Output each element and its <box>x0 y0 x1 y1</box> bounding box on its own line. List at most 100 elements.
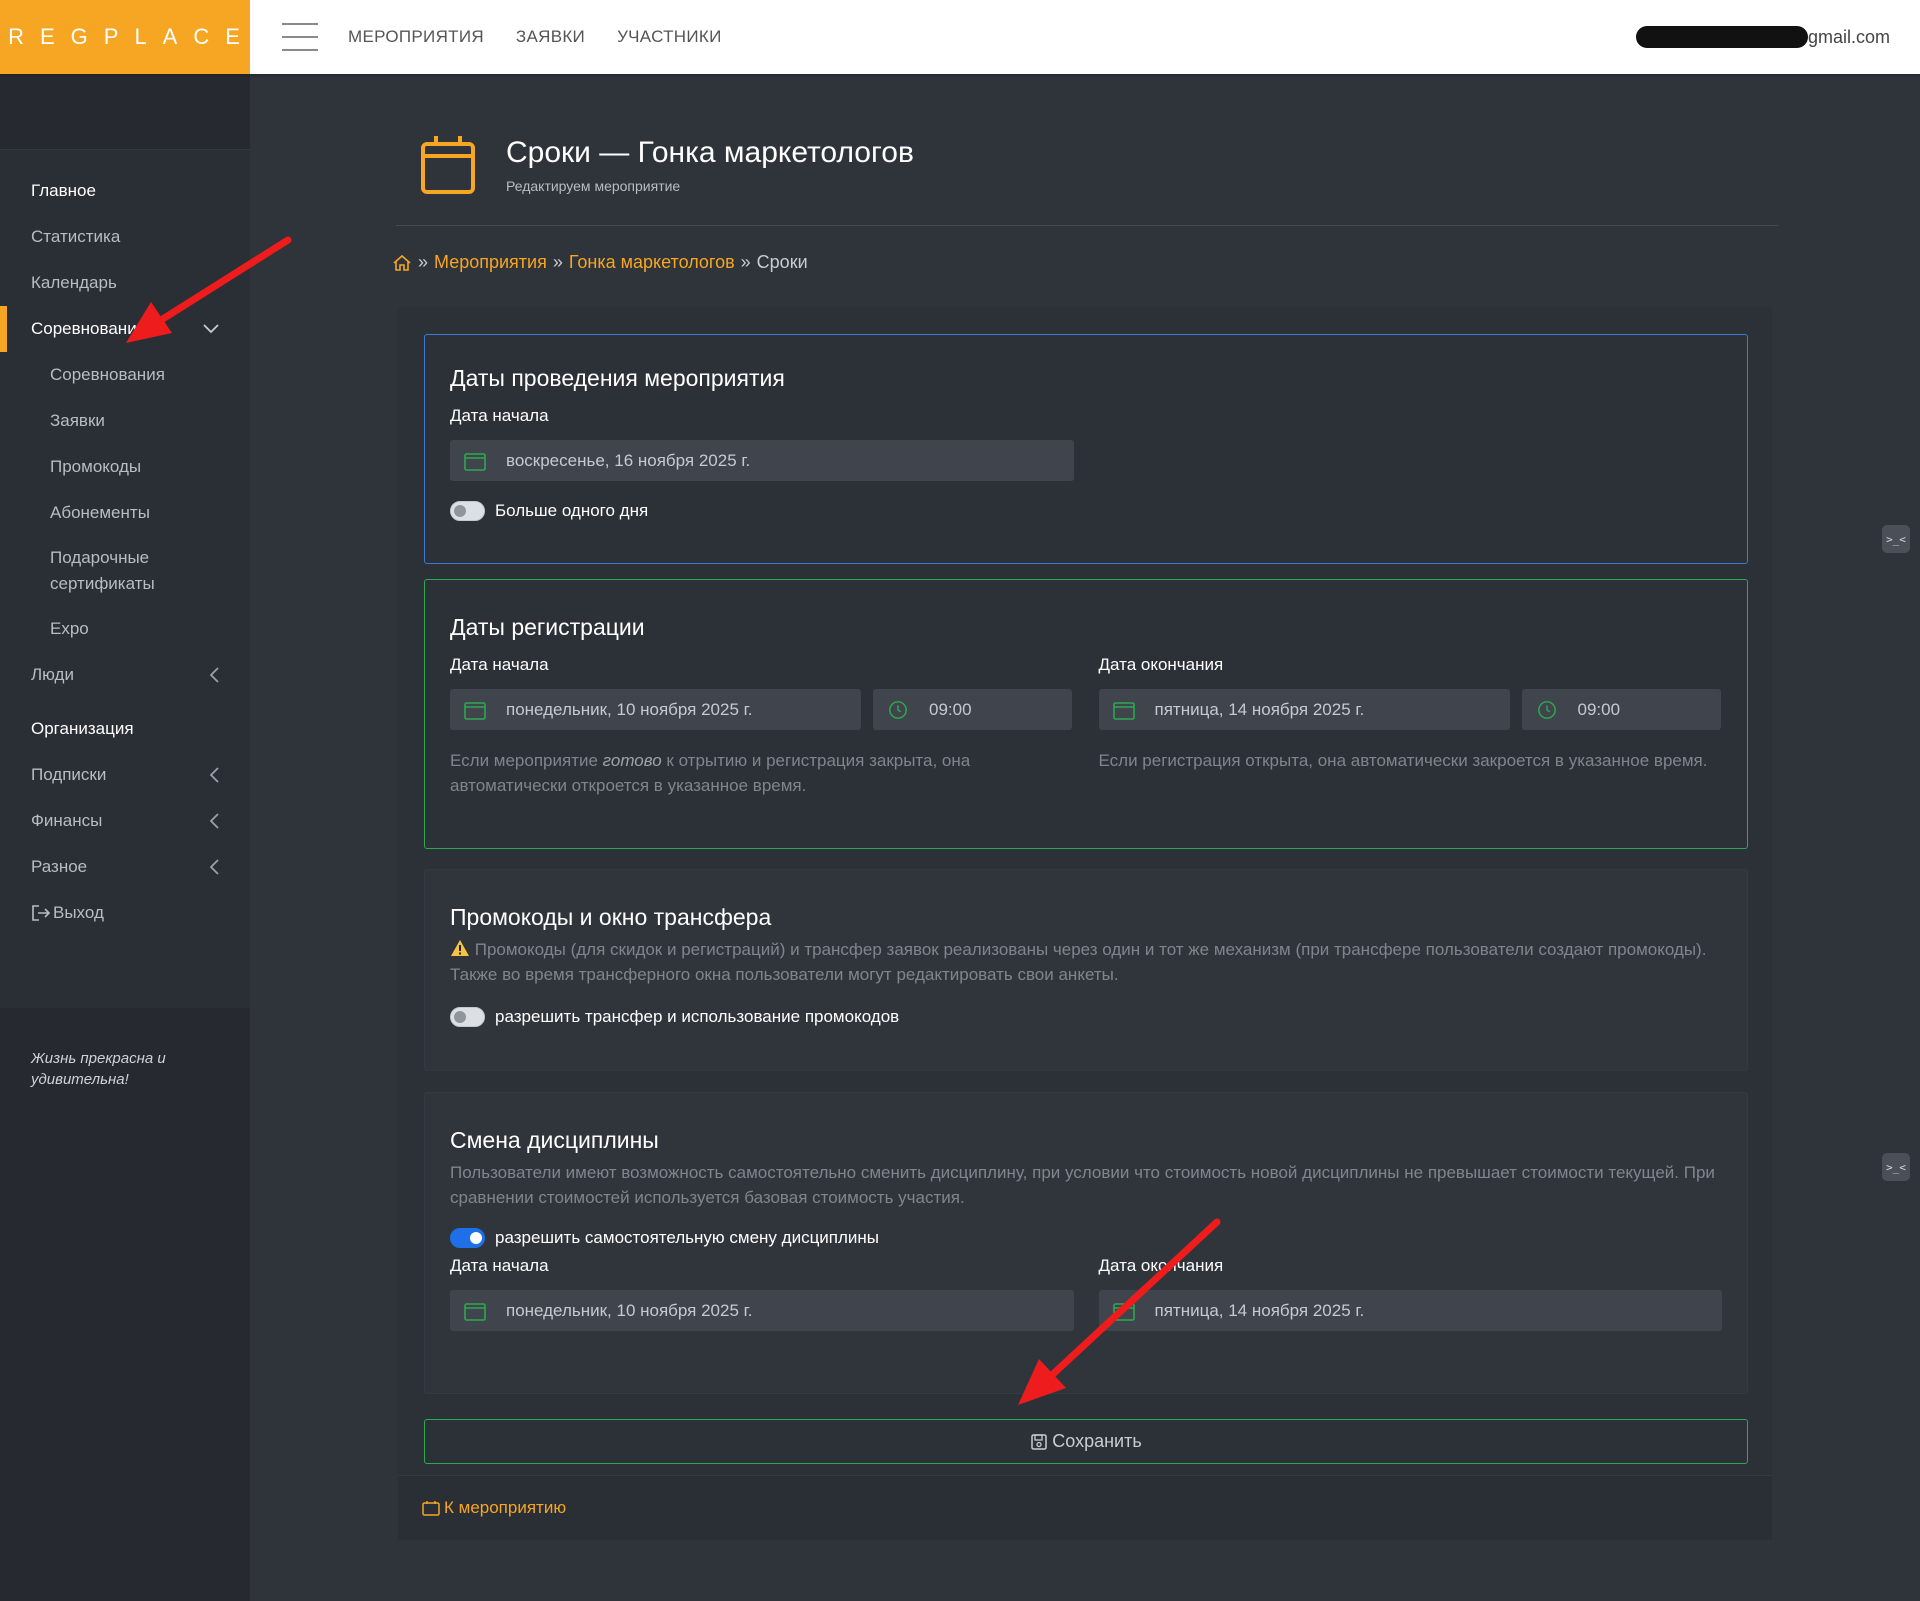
discipline-title: Смена дисциплины <box>450 1127 659 1153</box>
top-nav: МЕРОПРИЯТИЯ ЗАЯВКИ УЧАСТНИКИ <box>348 27 722 47</box>
topnav-events-link[interactable]: МЕРОПРИЯТИЯ <box>348 27 484 47</box>
registration-end-date-value: пятница, 14 ноября 2025 г. <box>1154 699 1365 719</box>
sidebar-item-statistics[interactable]: Статистика <box>0 214 250 260</box>
calendar-icon <box>464 452 486 471</box>
sidebar-section-main: Главное <box>31 181 96 200</box>
multi-day-label: Больше одного дня <box>495 501 649 520</box>
calendar-icon <box>464 1302 486 1321</box>
sidebar-item-finance[interactable]: Финансы <box>0 798 250 844</box>
registration-end-label: Дата окончания <box>1098 655 1224 674</box>
discipline-start-label: Дата начала <box>450 1256 549 1275</box>
page-subtitle: Редактируем мероприятие <box>506 178 681 194</box>
registration-title: Даты регистрации <box>450 614 645 640</box>
sidebar-item-misc[interactable]: Разное <box>0 844 250 890</box>
panel-footer: К мероприятию <box>398 1475 1772 1540</box>
gift-cert-line-2: сертификаты <box>50 574 155 593</box>
chevron-left-icon <box>209 859 219 875</box>
sidebar-item-calendar[interactable]: Календарь <box>0 260 250 306</box>
discipline-change-card: Смена дисциплины Пользователи имеют возм… <box>424 1092 1748 1394</box>
gift-cert-line-1: Подарочные <box>50 548 150 567</box>
hint-emphasis: готово <box>602 751 662 770</box>
breadcrumb-event-link[interactable]: Гонка маркетологов <box>569 252 735 273</box>
promo-toggle-row: разрешить трансфер и использование промо… <box>450 1007 1722 1027</box>
brand-logo[interactable]: REGPLACE <box>0 0 250 74</box>
clock-icon <box>1537 700 1556 719</box>
promo-warning-text: Промокоды (для скидок и регистраций) и т… <box>450 940 1707 984</box>
discipline-start-date-field[interactable]: понедельник, 10 ноября 2025 г. <box>450 1290 1074 1331</box>
redacted-email-mask <box>1635 26 1808 48</box>
sidebar-subitem-competitions[interactable]: Соревнования <box>0 352 250 398</box>
save-button[interactable]: Сохранить <box>424 1419 1748 1464</box>
sidebar-item-logout[interactable]: Выход <box>0 890 250 936</box>
sidebar-item-subscriptions[interactable]: Подписки <box>0 752 250 798</box>
registration-end-hint: Если регистрация открыта, она автоматиче… <box>1098 751 1708 770</box>
user-menu[interactable]: gmail.com <box>1635 26 1890 48</box>
event-start-label: Дата начала <box>450 406 549 425</box>
sidebar-subitem-gift-certificates[interactable]: Подарочные сертификаты <box>0 536 250 606</box>
sidebar-item-label: Статистика <box>31 227 121 246</box>
sidebar-item-people[interactable]: Люди <box>0 652 250 698</box>
event-dates-title: Даты проведения мероприятия <box>450 365 785 391</box>
sidebar-item-label: Соревнования <box>31 319 146 338</box>
registration-dates-card: Даты регистрации Дата начала понедельник… <box>424 579 1748 849</box>
registration-start-date-value: понедельник, 10 ноября 2025 г. <box>506 699 753 719</box>
registration-end-date-field[interactable]: пятница, 14 ноября 2025 г. <box>1098 689 1510 730</box>
registration-start-date-field[interactable]: понедельник, 10 ноября 2025 г. <box>450 689 861 730</box>
registration-start-label: Дата начала <box>450 655 549 674</box>
sidebar-item-competitions[interactable]: Соревнования <box>0 306 250 352</box>
home-icon[interactable] <box>392 254 412 272</box>
calendar-icon <box>422 1501 440 1516</box>
registration-start-inputs: понедельник, 10 ноября 2025 г. 09:00 <box>450 689 1074 730</box>
registration-end-col: Дата окончания пятница, 14 ноября 2025 г… <box>1098 655 1723 798</box>
registration-start-time-field[interactable]: 09:00 <box>873 689 1072 730</box>
page-title: Сроки — Гонка маркетологов <box>506 136 914 169</box>
discipline-toggle-label: разрешить самостоятельную смену дисципли… <box>495 1228 880 1247</box>
user-email-suffix: gmail.com <box>1807 26 1890 47</box>
sidebar: Главное Статистика Календарь Соревновани… <box>0 74 250 1601</box>
promo-transfer-card: Промокоды и окно трансфера Промокоды (дл… <box>424 869 1748 1071</box>
warning-icon <box>451 940 469 956</box>
registration-end-time-field[interactable]: 09:00 <box>1521 689 1721 730</box>
sidebar-item-label: Соревнования <box>50 365 165 384</box>
page-header: Сроки — Гонка маркетологов Редактируем м… <box>420 132 914 196</box>
sidebar-top <box>0 74 250 150</box>
logout-icon <box>32 905 51 921</box>
discipline-start-date-value: понедельник, 10 ноября 2025 г. <box>506 1300 753 1320</box>
discipline-end-label: Дата окончания <box>1098 1256 1224 1275</box>
sidebar-footer-line-1: Жизнь прекрасна и <box>31 1050 166 1067</box>
multi-day-toggle[interactable] <box>450 501 485 521</box>
back-to-event-link[interactable]: К мероприятию <box>422 1498 566 1518</box>
side-extension-icon[interactable]: >_< <box>1882 525 1910 553</box>
breadcrumb-separator: » <box>740 252 751 272</box>
breadcrumb-separator: » <box>552 252 563 272</box>
topnav-applications-link[interactable]: ЗАЯВКИ <box>516 27 585 47</box>
breadcrumb-events-link[interactable]: Мероприятия <box>434 252 547 273</box>
registration-end-inputs: пятница, 14 ноября 2025 г. 09:00 <box>1098 689 1723 730</box>
sidebar-item-label: Разное <box>31 857 88 876</box>
topnav-participants-link[interactable]: УЧАСТНИКИ <box>617 27 722 47</box>
chevron-down-icon <box>203 324 219 334</box>
sidebar-menu: Главное Статистика Календарь Соревновани… <box>0 150 250 936</box>
discipline-end-date-field[interactable]: пятница, 14 ноября 2025 г. <box>1098 1290 1722 1331</box>
breadcrumb-separator: » <box>418 252 429 272</box>
sidebar-item-label: Подписки <box>31 765 107 784</box>
sidebar-item-label: Абонементы <box>50 503 150 522</box>
form-panel: Даты проведения мероприятия Дата начала … <box>398 307 1772 1540</box>
sidebar-subitem-promocodes[interactable]: Промокоды <box>0 444 250 490</box>
event-start-date-field[interactable]: воскресенье, 16 ноября 2025 г. <box>450 440 1074 481</box>
promo-transfer-toggle[interactable] <box>450 1007 485 1027</box>
hamburger-menu-icon[interactable] <box>282 23 318 51</box>
event-start-date-value: воскресенье, 16 ноября 2025 г. <box>506 450 751 470</box>
registration-start-time-value: 09:00 <box>929 699 972 719</box>
discipline-change-toggle[interactable] <box>450 1228 485 1248</box>
registration-end-time-value: 09:00 <box>1577 699 1621 719</box>
sidebar-subitem-expo[interactable]: Expo <box>0 606 250 652</box>
promo-title: Промокоды и окно трансфера <box>450 904 772 930</box>
registration-columns: Дата начала понедельник, 10 ноября 2025 … <box>450 655 1722 798</box>
registration-start-hint: Если мероприятие готово к отрытию и реги… <box>450 748 1074 798</box>
sidebar-subitem-subscriptions[interactable]: Абонементы <box>0 490 250 536</box>
side-extension-icon[interactable]: >_< <box>1882 1153 1910 1181</box>
chevron-left-icon <box>209 767 219 783</box>
promo-warning: Промокоды (для скидок и регистраций) и т… <box>450 937 1722 987</box>
sidebar-subitem-applications[interactable]: Заявки <box>0 398 250 444</box>
